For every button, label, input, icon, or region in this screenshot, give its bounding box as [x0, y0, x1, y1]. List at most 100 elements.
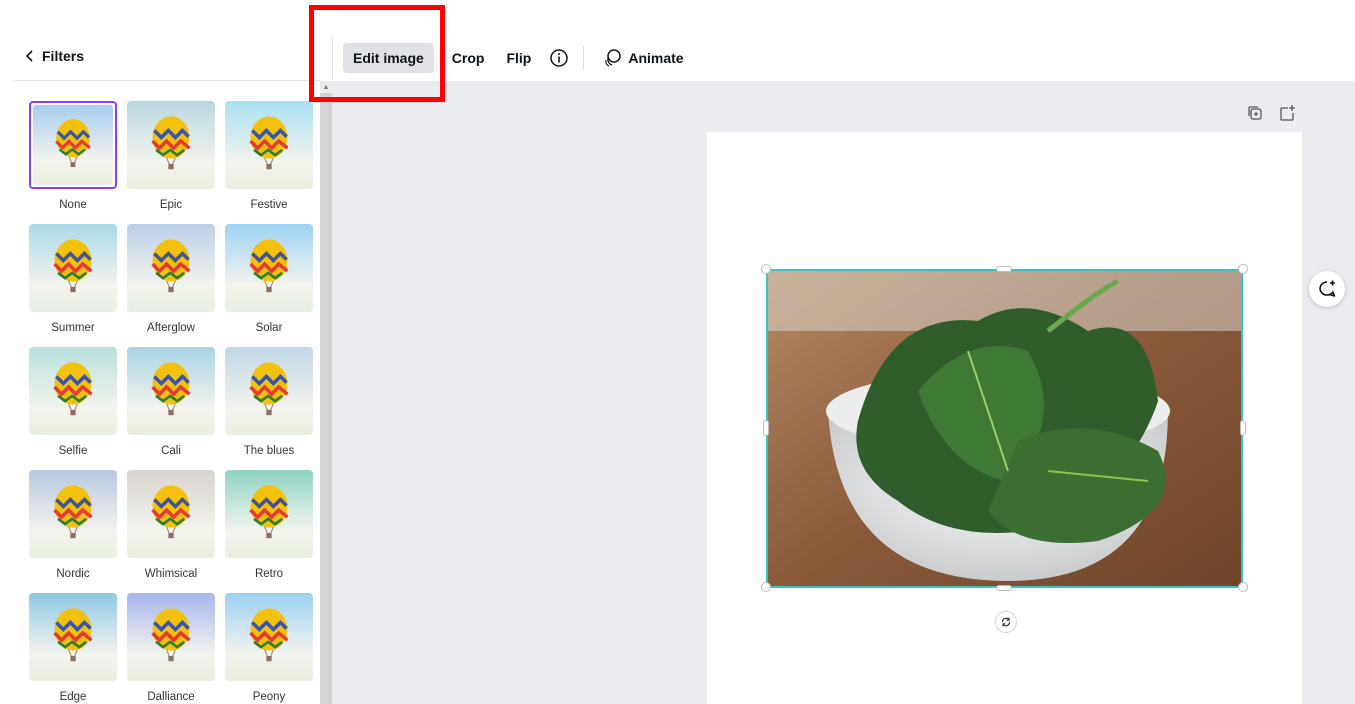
filter-thumbnail	[29, 470, 117, 558]
filter-whimsical[interactable]: Whimsical	[127, 470, 215, 593]
filter-label: Peony	[252, 691, 286, 703]
resize-handle-top-right[interactable]	[1238, 264, 1248, 274]
add-page-icon[interactable]	[1278, 104, 1296, 122]
filter-thumbnail	[29, 593, 117, 681]
duplicate-page-icon[interactable]	[1246, 104, 1264, 122]
spinach-image	[768, 271, 1241, 586]
filter-label: Nordic	[56, 568, 90, 580]
filter-cali[interactable]: Cali	[127, 347, 215, 470]
filter-label: The blues	[243, 445, 295, 457]
filter-label: Summer	[51, 322, 95, 334]
filter-thumbnail	[225, 224, 313, 312]
filter-selfie[interactable]: Selfie	[29, 347, 117, 470]
filter-nordic[interactable]: Nordic	[29, 470, 117, 593]
balloon-icon	[149, 112, 193, 179]
balloon-icon	[51, 358, 95, 425]
filter-thumbnail	[127, 101, 215, 189]
toolbar-divider	[583, 46, 585, 70]
add-comment-icon	[1319, 280, 1336, 297]
resize-handle-left[interactable]	[763, 420, 769, 436]
balloon-icon	[247, 604, 291, 671]
filter-preview-image	[29, 470, 117, 558]
filter-preview-image	[127, 224, 215, 312]
balloon-icon	[51, 604, 95, 671]
filters-panel: None Epic Festive Summer Afterglow Solar…	[14, 81, 320, 704]
spinach-photo[interactable]	[766, 269, 1243, 588]
filter-preview-image	[225, 101, 313, 189]
filter-thumbnail	[127, 347, 215, 435]
filter-label: Retro	[254, 568, 284, 580]
filter-none[interactable]: None	[29, 101, 117, 224]
filter-thumbnail	[29, 101, 117, 189]
scroll-up-arrow[interactable]: ▲	[320, 81, 332, 93]
filters-title: Filters	[42, 48, 85, 64]
balloon-icon	[51, 481, 95, 548]
filter-label: Epic	[159, 199, 183, 211]
filters-scrollbar[interactable]: ▲	[320, 81, 332, 704]
filter-preview-image	[127, 593, 215, 681]
filter-solar[interactable]: Solar	[225, 224, 313, 347]
filter-peony[interactable]: Peony	[225, 593, 313, 704]
animate-icon	[605, 49, 622, 67]
back-to-filters-link[interactable]: Filters	[24, 48, 84, 64]
balloon-icon	[247, 112, 291, 179]
filter-preview-image	[127, 347, 215, 435]
filter-thumbnail	[29, 224, 117, 312]
balloon-icon	[247, 235, 291, 302]
filter-label: Edge	[59, 691, 87, 703]
filter-preview-image	[33, 105, 113, 185]
info-icon[interactable]	[549, 48, 569, 68]
filter-preview-image	[127, 470, 215, 558]
filter-thumbnail	[127, 470, 215, 558]
resize-handle-bottom-left[interactable]	[761, 582, 771, 592]
resize-handle-right[interactable]	[1240, 420, 1246, 436]
editor-toolbar: Edit image Crop Flip Animate	[332, 36, 1355, 80]
filter-the-blues[interactable]: The blues	[225, 347, 313, 470]
edit-image-button[interactable]: Edit image	[343, 43, 434, 73]
balloon-icon	[247, 481, 291, 548]
filter-preview-image	[225, 470, 313, 558]
animate-button[interactable]: Animate	[592, 43, 693, 73]
filters-header: Filters	[14, 36, 320, 81]
filter-label: None	[59, 199, 87, 211]
filter-dalliance[interactable]: Dalliance	[127, 593, 215, 704]
animate-label: Animate	[628, 50, 684, 66]
resize-handle-bottom[interactable]	[996, 585, 1012, 591]
balloon-icon	[149, 604, 193, 671]
filter-preview-image	[225, 224, 313, 312]
filter-thumbnail	[225, 347, 313, 435]
filter-thumbnail	[225, 101, 313, 189]
filter-festive[interactable]: Festive	[225, 101, 313, 224]
filter-label: Solar	[255, 322, 283, 334]
balloon-icon	[247, 358, 291, 425]
filter-retro[interactable]: Retro	[225, 470, 313, 593]
flip-button[interactable]: Flip	[496, 43, 541, 73]
balloon-icon	[53, 115, 93, 176]
filter-label: Whimsical	[144, 568, 198, 580]
filter-preview-image	[225, 593, 313, 681]
filter-preview-image	[29, 593, 117, 681]
balloon-icon	[149, 358, 193, 425]
rotate-handle[interactable]	[995, 611, 1017, 633]
filter-thumbnail	[127, 224, 215, 312]
resize-handle-bottom-right[interactable]	[1238, 582, 1248, 592]
filter-thumbnail	[225, 470, 313, 558]
filter-preview-image	[29, 347, 117, 435]
filter-epic[interactable]: Epic	[127, 101, 215, 224]
filter-afterglow[interactable]: Afterglow	[127, 224, 215, 347]
crop-button[interactable]: Crop	[442, 43, 495, 73]
filter-thumbnail	[29, 347, 117, 435]
chevron-left-icon	[25, 50, 33, 62]
filter-summer[interactable]: Summer	[29, 224, 117, 347]
balloon-icon	[149, 481, 193, 548]
filter-thumbnail	[225, 593, 313, 681]
add-comment-button[interactable]	[1309, 271, 1345, 307]
filter-label: Selfie	[58, 445, 88, 457]
filter-edge[interactable]: Edge	[29, 593, 117, 704]
filter-label: Dalliance	[147, 691, 195, 703]
balloon-icon	[149, 235, 193, 302]
filter-label: Festive	[250, 199, 288, 211]
resize-handle-top[interactable]	[996, 266, 1012, 272]
page-actions	[1246, 104, 1296, 122]
resize-handle-top-left[interactable]	[761, 264, 771, 274]
